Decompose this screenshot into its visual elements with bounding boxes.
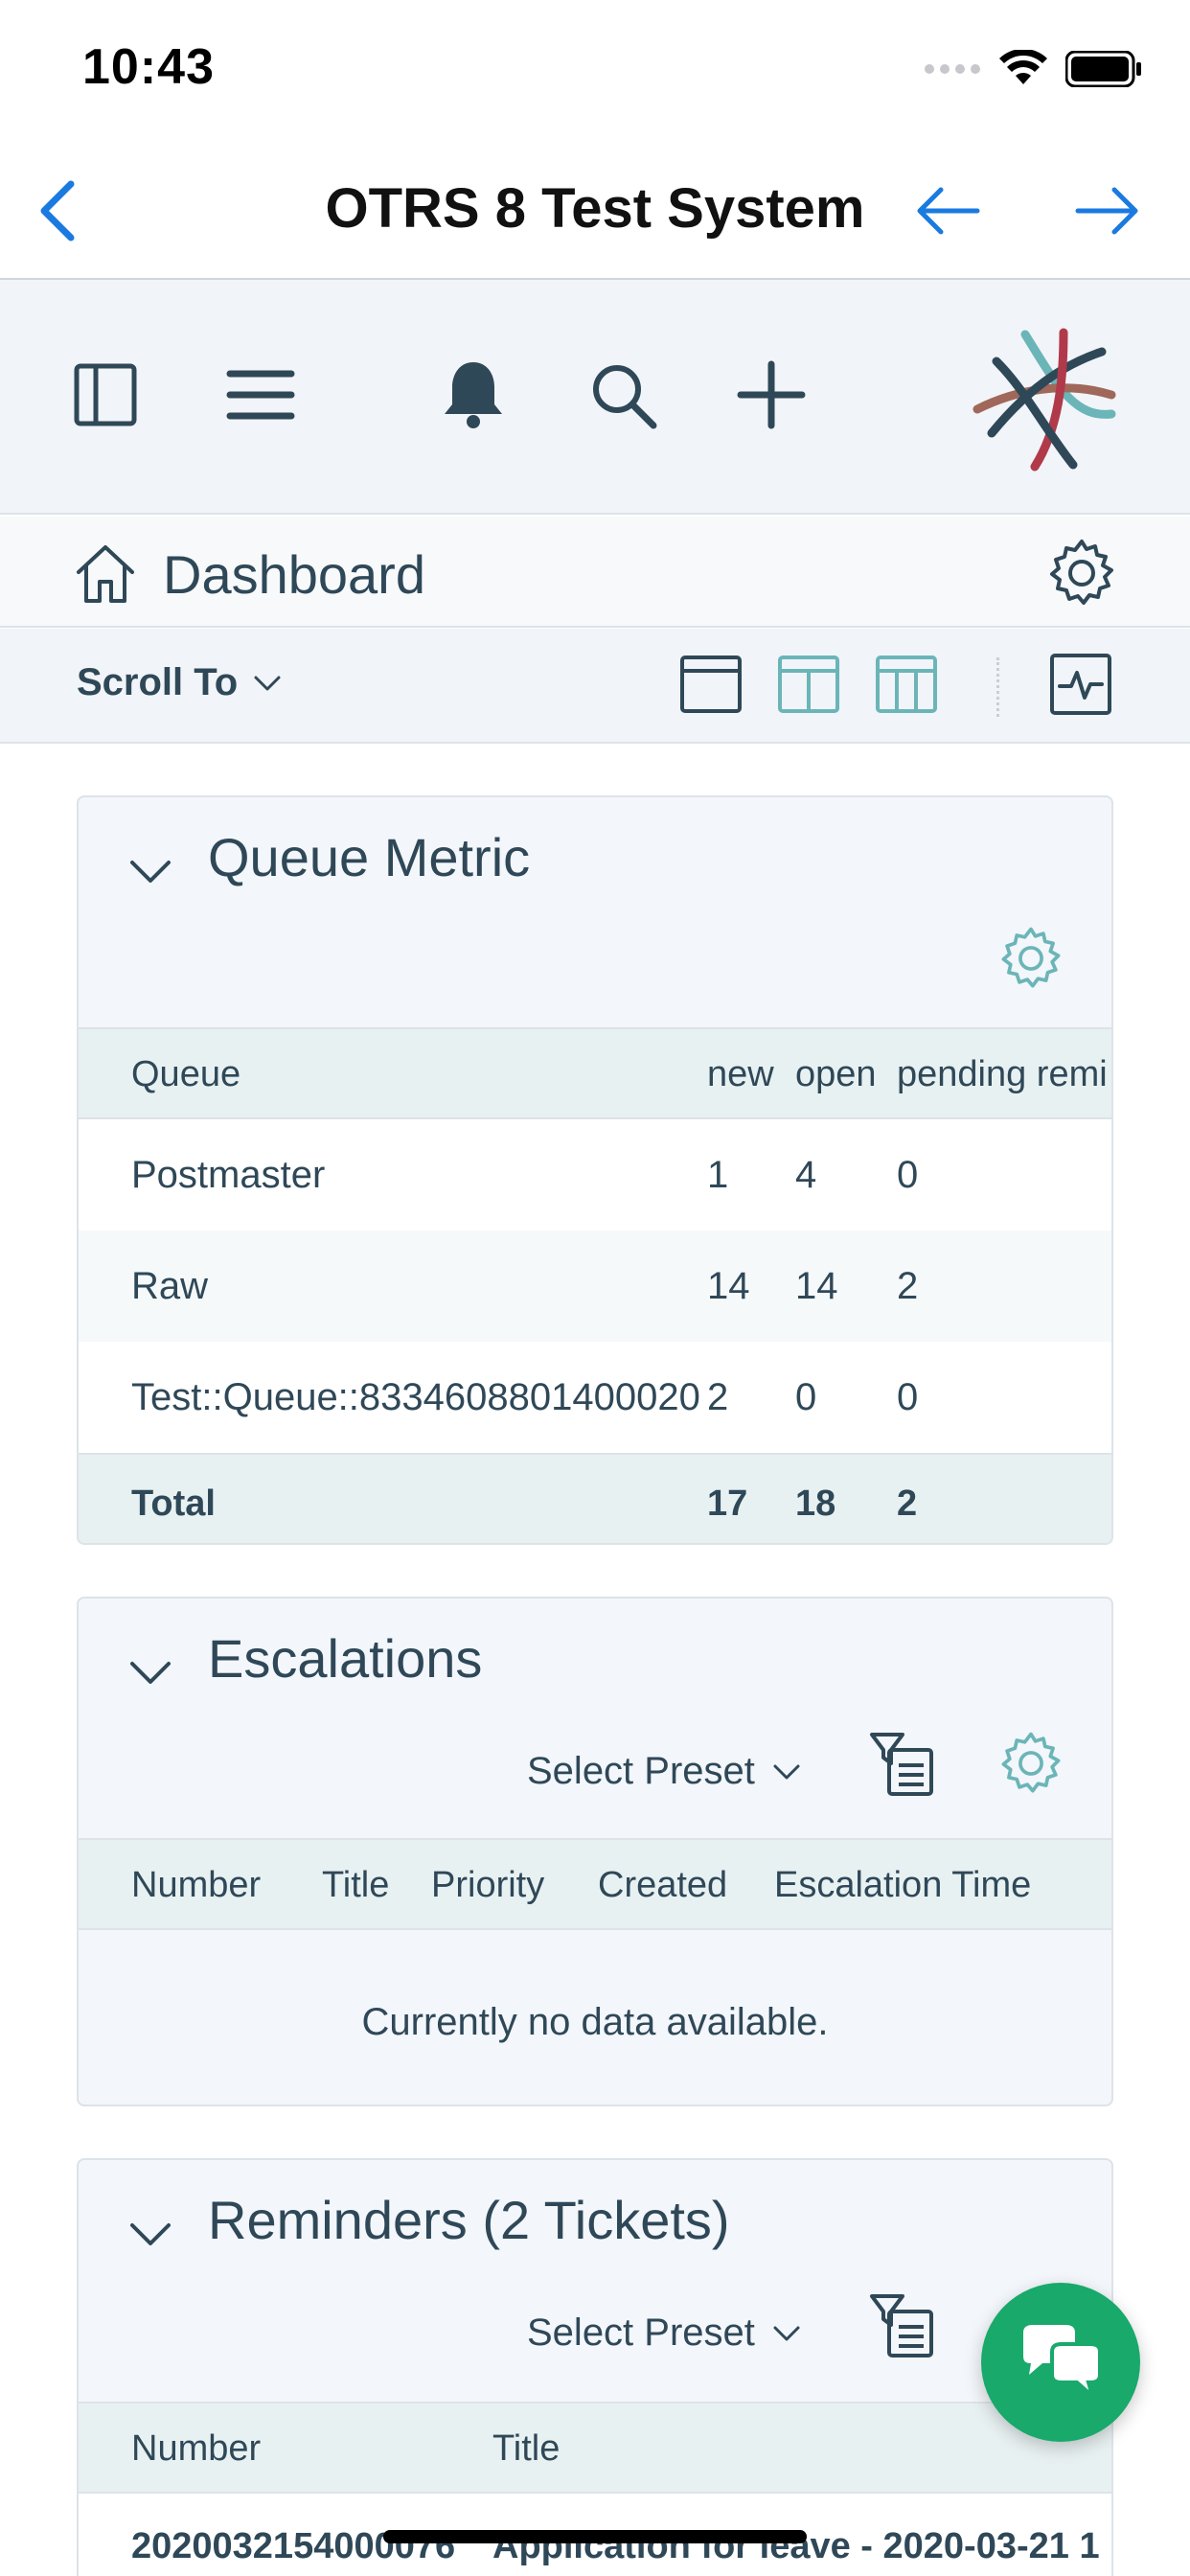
widget-settings-gear-icon[interactable] [996, 924, 1065, 993]
select-preset-dropdown[interactable]: Select Preset [527, 1750, 801, 1793]
layout-two-column-icon[interactable] [774, 650, 843, 719]
home-indicator [383, 2530, 807, 2543]
layout-three-column-icon[interactable] [872, 650, 941, 719]
chevron-down-icon [773, 1764, 800, 1779]
page-title: Dashboard [163, 544, 425, 605]
otrs-logo[interactable] [968, 323, 1121, 476]
column-header-number[interactable]: Number [131, 2428, 261, 2470]
column-header-number[interactable]: Number [131, 1865, 261, 1906]
count-pending[interactable]: 0 [897, 1154, 918, 1197]
scroll-to-dropdown[interactable]: Scroll To [77, 661, 282, 704]
bell-icon[interactable] [435, 356, 512, 433]
arrow-left-icon[interactable] [910, 172, 987, 249]
arrow-right-icon[interactable] [1068, 172, 1145, 249]
breadcrumb: Dashboard [0, 517, 1190, 628]
search-icon[interactable] [584, 356, 661, 433]
queue-name[interactable]: Postmaster [131, 1154, 325, 1197]
column-header-queue[interactable]: Queue [131, 1054, 240, 1095]
total-new: 17 [707, 1484, 748, 1524]
column-header-new[interactable]: new [707, 1054, 774, 1095]
home-icon[interactable] [71, 540, 140, 609]
select-preset-label: Select Preset [527, 2312, 755, 2354]
table-header: Number Title Priority Created Escalation… [79, 1838, 1111, 1930]
scroll-to-bar: Scroll To [0, 629, 1190, 744]
count-open[interactable]: 0 [795, 1376, 816, 1419]
widget-title: Escalations [208, 1628, 483, 1689]
count-open[interactable]: 14 [795, 1265, 838, 1308]
total-pending: 2 [897, 1484, 918, 1524]
column-header-pending[interactable]: pending remi [897, 1054, 1108, 1095]
select-preset-label: Select Preset [527, 1750, 755, 1792]
collapse-chevron-icon[interactable] [126, 1648, 174, 1696]
escalations-widget: Escalations Select Preset Number Title P… [77, 1597, 1113, 2106]
column-header-open[interactable]: open [795, 1054, 877, 1095]
column-header-title[interactable]: Title [492, 2428, 560, 2470]
count-pending[interactable]: 2 [897, 1265, 918, 1308]
status-time: 10:43 [82, 39, 215, 95]
count-open[interactable]: 4 [795, 1154, 816, 1197]
empty-state-message: Currently no data available. [361, 2001, 829, 2043]
sidebar-toggle-icon[interactable] [69, 356, 146, 433]
plus-icon[interactable] [733, 356, 810, 433]
collapse-chevron-icon[interactable] [126, 847, 174, 895]
app-toolbar [0, 280, 1190, 515]
count-new[interactable]: 1 [707, 1154, 728, 1197]
widget-title: Reminders (2 Tickets) [208, 2190, 730, 2250]
count-pending[interactable]: 0 [897, 1376, 918, 1419]
toolbar-divider [996, 657, 999, 717]
table-header: Queue new open pending remi [79, 1027, 1111, 1119]
wifi-icon [999, 50, 1047, 84]
select-preset-dropdown[interactable]: Select Preset [527, 2312, 801, 2355]
layout-one-column-icon[interactable] [676, 650, 745, 719]
navigation-bar: OTRS 8 Test System [0, 144, 1190, 280]
column-header-title[interactable]: Title [322, 1865, 389, 1906]
collapse-chevron-icon[interactable] [126, 2210, 174, 2258]
table-row[interactable]: Postmaster 1 4 0 [79, 1119, 1111, 1230]
count-new[interactable]: 14 [707, 1265, 750, 1308]
gear-icon[interactable] [1044, 536, 1119, 610]
total-row: Total 17 18 2 [79, 1453, 1111, 1543]
status-bar: 10:43 [0, 0, 1190, 144]
count-new[interactable]: 2 [707, 1376, 728, 1419]
total-label: Total [131, 1484, 216, 1524]
queue-metric-widget: Queue Metric Queue new open pending remi… [77, 795, 1113, 1545]
queue-name[interactable]: Test::Queue::8334608801400020 [131, 1376, 700, 1419]
chevron-down-icon [254, 676, 281, 690]
chat-bubbles-icon [1023, 2325, 1102, 2402]
widget-title: Queue Metric [208, 827, 531, 887]
total-open: 18 [795, 1484, 836, 1524]
filter-list-icon[interactable] [868, 2290, 937, 2359]
queue-name[interactable]: Raw [131, 1265, 208, 1308]
column-header-escalation-time[interactable]: Escalation Time [774, 1865, 1031, 1906]
chevron-down-icon [773, 2326, 800, 2340]
menu-icon[interactable] [222, 356, 299, 433]
filter-list-icon[interactable] [868, 1729, 937, 1798]
table-row[interactable]: Test::Queue::8334608801400020 2 0 0 [79, 1342, 1111, 1453]
nav-title: OTRS 8 Test System [325, 177, 865, 240]
table-header: Number Title [79, 2402, 1111, 2494]
column-header-created[interactable]: Created [598, 1865, 727, 1906]
battery-icon [1065, 51, 1141, 87]
chat-button[interactable] [981, 2283, 1140, 2442]
activity-chart-icon[interactable] [1046, 650, 1115, 719]
status-icons [924, 50, 1142, 88]
widget-settings-gear-icon[interactable] [996, 1729, 1065, 1798]
column-header-priority[interactable]: Priority [431, 1865, 544, 1906]
table-row[interactable]: Raw 14 14 2 [79, 1230, 1111, 1342]
signal-icon [925, 64, 980, 74]
scroll-to-label: Scroll To [77, 661, 239, 703]
reminders-widget: Reminders (2 Tickets) Select Preset Numb… [77, 2158, 1113, 2576]
